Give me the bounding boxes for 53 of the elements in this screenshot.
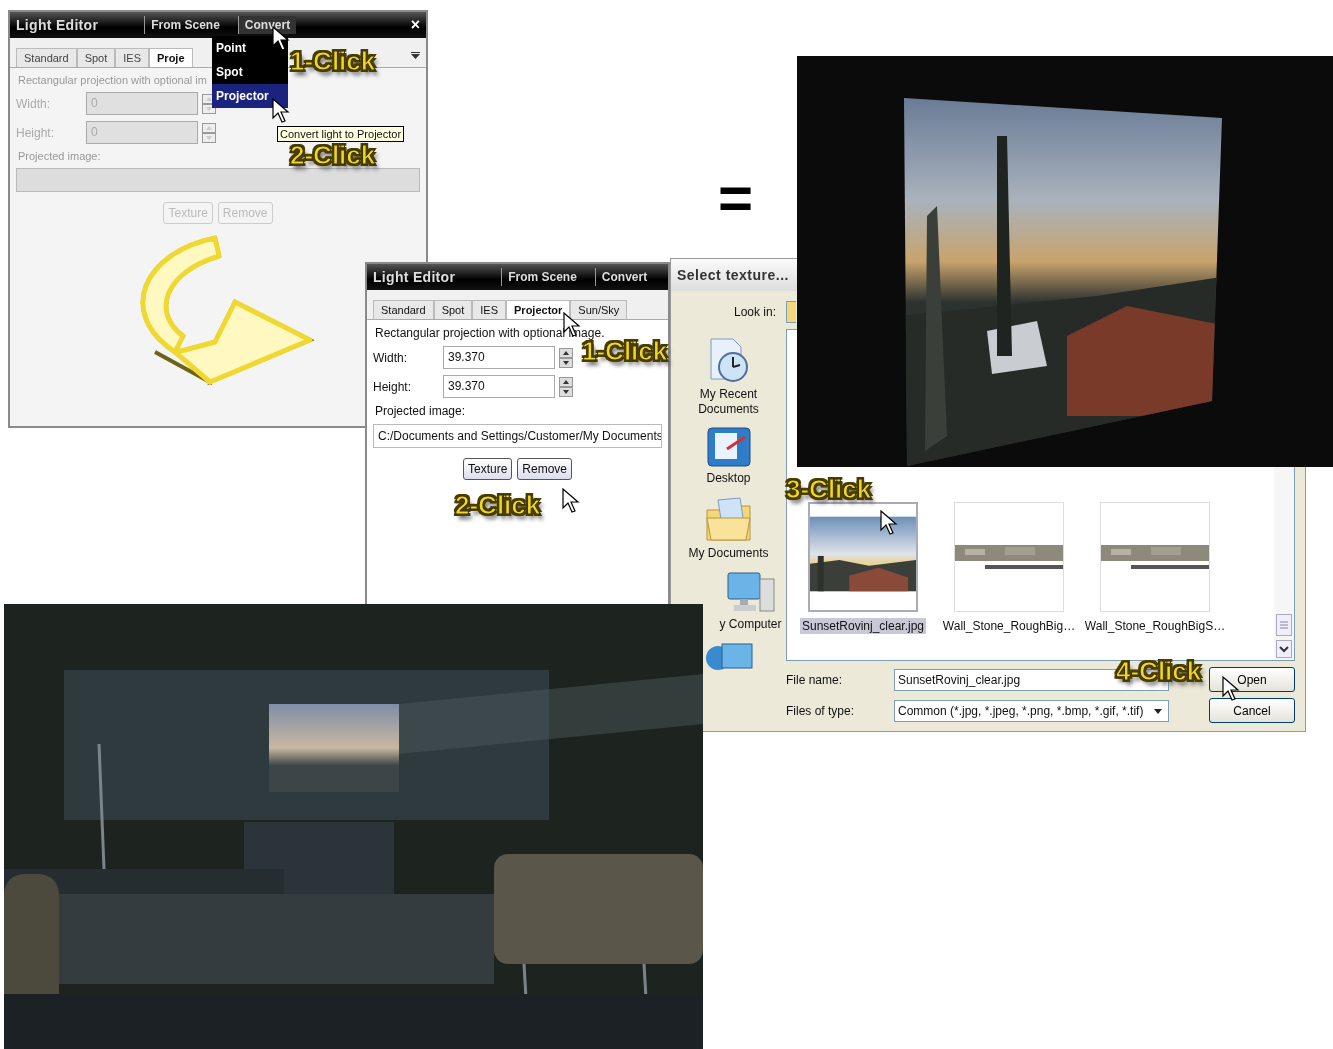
cursor-icon <box>880 510 898 536</box>
tab[interactable]: Spot <box>433 300 473 319</box>
number-field[interactable]: 39.370 <box>443 375 555 398</box>
window-title: Light Editor <box>16 17 99 33</box>
field-label: File name: <box>786 672 844 687</box>
texture-button[interactable]: Remove <box>517 458 572 480</box>
spinner-icon[interactable] <box>559 376 573 397</box>
place-label[interactable]: Desktop <box>706 471 751 486</box>
file-name[interactable]: SunsetRovinj_clear.jpg <box>799 618 927 634</box>
tooltip: Convert light to Projector <box>277 126 405 142</box>
tab[interactable]: Sun/Sky <box>570 300 628 319</box>
scroll-down-icon[interactable] <box>1276 640 1292 658</box>
file-thumbnail[interactable] <box>1100 502 1210 612</box>
field-label: Files of type: <box>786 703 856 718</box>
place-label[interactable]: My Recent Documents <box>673 387 784 417</box>
file-type-dropdown[interactable]: Common (*.jpg, *.jpeg, *.png, *.bmp, *.gif, *.tif) <box>894 699 1169 722</box>
cancel-button[interactable]: Cancel <box>1209 698 1295 723</box>
tab[interactable]: IES <box>472 300 507 319</box>
file-name[interactable]: Wall_Stone_RoughBigS… <box>1082 618 1228 634</box>
network-icon[interactable] <box>703 640 754 670</box>
file-thumbnail[interactable] <box>808 502 918 612</box>
step-label: 1-Click <box>290 46 376 77</box>
tab[interactable]: Standard <box>373 300 434 319</box>
cursor-icon <box>272 98 290 124</box>
open-button[interactable]: Open <box>1209 667 1295 692</box>
cursor-icon <box>562 488 580 514</box>
place-label[interactable]: My Documents <box>688 546 769 561</box>
file-thumbnail[interactable] <box>954 502 1064 612</box>
field-label: Projected image: <box>17 150 101 162</box>
scroll-thumb-icon[interactable] <box>1276 614 1292 636</box>
number-field[interactable]: 39.370 <box>443 346 555 369</box>
window-title: Select texture... <box>677 267 789 283</box>
window-title: Light Editor <box>373 269 456 285</box>
menu-item[interactable]: Convert <box>594 268 654 286</box>
description-text: Rectangular projection with optional im <box>17 74 207 86</box>
file-name[interactable]: Wall_Stone_RoughBig… <box>940 618 1078 634</box>
field-label: Width: <box>16 96 51 111</box>
field-label: Height: <box>373 379 413 394</box>
field-label: Projected image: <box>374 404 466 418</box>
step-label: 2-Click <box>455 490 541 521</box>
menu-item[interactable]: From Scene <box>501 268 583 286</box>
field-label: Look in: <box>734 305 778 319</box>
desktop-icon[interactable] <box>704 425 753 469</box>
tab[interactable]: Projector <box>506 300 571 319</box>
texture-button[interactable]: Texture <box>462 458 513 480</box>
field-label: Height: <box>16 125 56 140</box>
spinner-icon[interactable] <box>559 347 573 368</box>
equals-sign: = <box>718 168 754 228</box>
dropdown-arrow-icon[interactable] <box>411 52 420 59</box>
place-label[interactable]: y Computer <box>719 617 782 632</box>
field-label: Width: <box>373 350 408 365</box>
step-label: 2-Click <box>290 140 376 171</box>
computer-icon[interactable] <box>725 569 776 615</box>
